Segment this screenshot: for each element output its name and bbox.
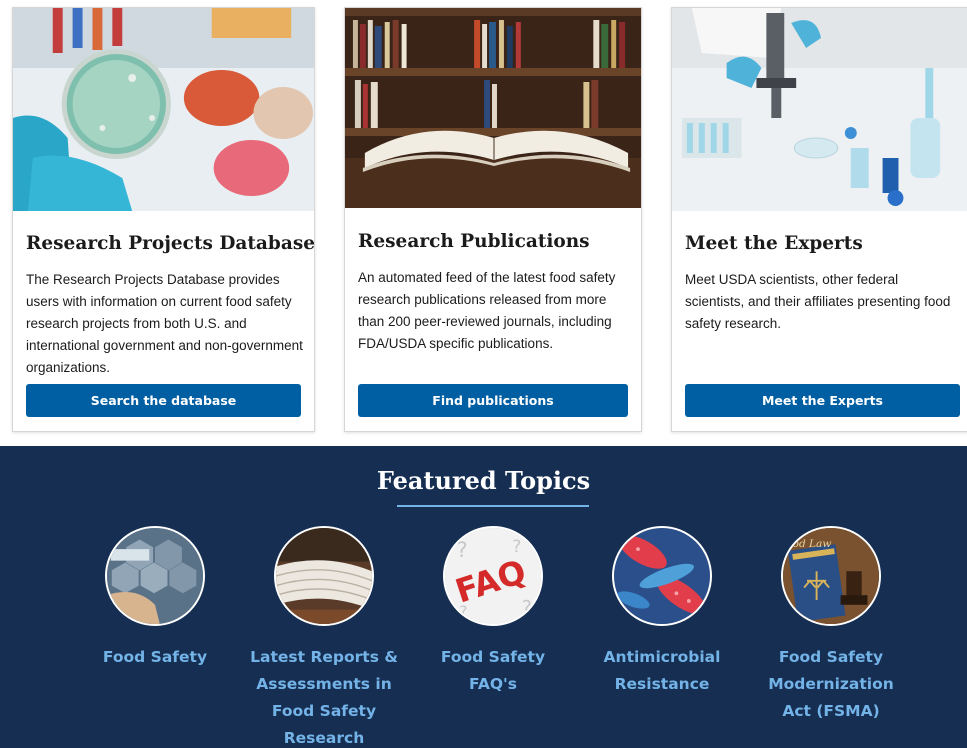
petri-dish-image	[13, 8, 314, 211]
featured-topics-heading: Featured Topics	[376, 466, 591, 495]
faq-image[interactable]: ? ? ? ? FAQ	[443, 526, 543, 626]
search-database-button[interactable]: Search the database	[26, 384, 301, 417]
card-description: An automated feed of the latest food saf…	[358, 270, 616, 351]
card-title: Research Projects Database	[26, 233, 316, 254]
heading-underline	[397, 505, 589, 507]
meet-experts-card: Meet the Experts Meet USDA scientists, o…	[671, 7, 967, 432]
find-publications-button[interactable]: Find publications	[358, 384, 628, 417]
research-projects-card: Research Projects Database The Research …	[12, 7, 315, 432]
reports-image[interactable]	[274, 526, 374, 626]
resource-cards-section: Research Projects Database The Research …	[0, 0, 967, 446]
featured-topics-section: Featured Topics Food Safety Latest Repor…	[0, 446, 967, 748]
card-description: Meet USDA scientists, other federal scie…	[685, 272, 951, 331]
haccp-image[interactable]	[105, 526, 205, 626]
card-description: The Research Projects Database provides …	[26, 272, 303, 375]
open-book-image	[345, 8, 641, 208]
bacteria-image[interactable]	[612, 526, 712, 626]
topic-label[interactable]: Food Safety Modernization Act (FSMA)	[756, 644, 906, 725]
meet-experts-button[interactable]: Meet the Experts	[685, 384, 960, 417]
topic-label[interactable]: Latest Reports & Assessments in Food Saf…	[249, 644, 399, 748]
svg-text:?: ?	[522, 596, 532, 619]
laboratory-image	[672, 8, 967, 211]
topic-label[interactable]: Food Safety FAQ's	[418, 644, 568, 698]
svg-text:?: ?	[457, 537, 468, 562]
card-title: Research Publications	[358, 231, 590, 252]
topic-label[interactable]: Antimicrobial Resistance	[587, 644, 737, 698]
research-publications-card: Research Publications An automated feed …	[344, 7, 642, 432]
topic-label[interactable]: Food Safety	[80, 644, 230, 671]
svg-text:od Law: od Law	[793, 538, 832, 550]
law-book-image[interactable]: od Law	[781, 526, 881, 626]
card-title: Meet the Experts	[685, 233, 863, 254]
